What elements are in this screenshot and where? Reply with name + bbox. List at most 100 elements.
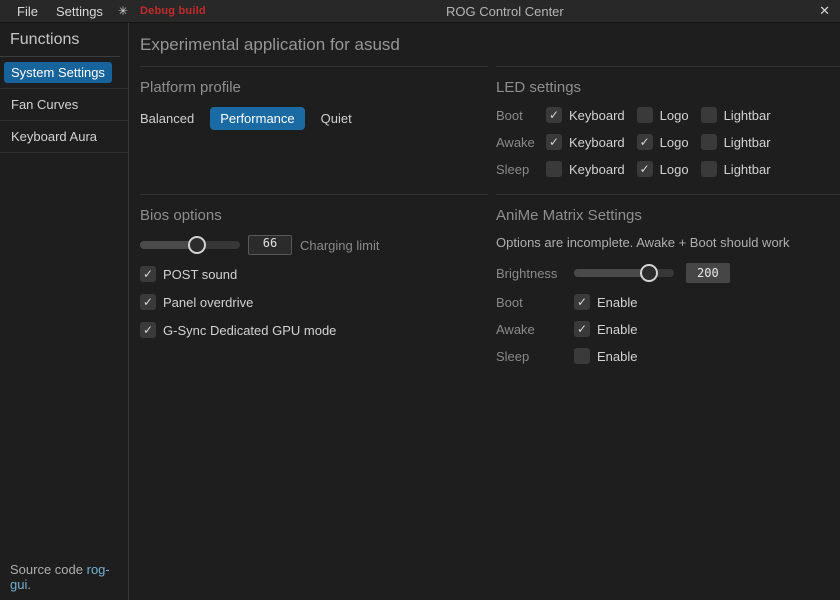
anime-matrix-note: Options are incomplete. Awake + Boot sho…: [496, 235, 840, 250]
settings-grid: Platform profile Balanced Performance Qu…: [140, 66, 840, 375]
checkbox-box: ✓: [574, 294, 590, 310]
sidebar-item-label: Keyboard Aura: [4, 126, 104, 147]
checkbox-box: ✓: [546, 161, 562, 177]
checkbox-box: ✓: [701, 134, 717, 150]
anime-awake-enable-checkbox[interactable]: ✓ Enable: [574, 321, 637, 337]
window-body: Functions System Settings Fan Curves Key…: [0, 23, 840, 600]
checkbox-box: ✓: [140, 294, 156, 310]
brightness-slider[interactable]: [574, 264, 674, 282]
sleep-keyboard-checkbox[interactable]: ✓ Keyboard: [546, 161, 625, 177]
checkbox-label: POST sound: [163, 267, 237, 282]
checkbox-label: Lightbar: [724, 162, 771, 177]
page-title: Experimental application for asusd: [140, 35, 840, 55]
sleep-lightbar-checkbox[interactable]: ✓ Lightbar: [701, 161, 771, 177]
sidebar: Functions System Settings Fan Curves Key…: [0, 23, 129, 600]
checkbox-label: Lightbar: [724, 108, 771, 123]
anime-row-label: Sleep: [496, 349, 574, 364]
brightness-label: Brightness: [496, 266, 574, 281]
slider-fill: [574, 269, 649, 277]
boot-keyboard-checkbox[interactable]: ✓ Keyboard: [546, 107, 625, 123]
slider-handle[interactable]: [640, 264, 658, 282]
awake-lightbar-checkbox[interactable]: ✓ Lightbar: [701, 134, 771, 150]
check-icon: ✓: [140, 322, 156, 338]
panel-overdrive-checkbox[interactable]: ✓ Panel overdrive: [140, 294, 476, 310]
check-icon: ✓: [140, 294, 156, 310]
profile-balanced-button[interactable]: Balanced: [140, 107, 194, 130]
led-row-boot: Boot ✓ Keyboard ✓ Logo ✓ Lightbar: [496, 107, 840, 123]
led-settings-section: LED settings Boot ✓ Keyboard ✓ Logo ✓: [496, 66, 840, 194]
check-icon: ✓: [637, 134, 653, 150]
platform-profile-title: Platform profile: [140, 79, 488, 96]
bios-checkboxes: ✓ POST sound ✓ Panel overdrive ✓ G-Sync …: [140, 266, 488, 338]
checkbox-box: ✓: [140, 266, 156, 282]
charging-limit-slider[interactable]: [140, 236, 240, 254]
charging-limit-row: 66 Charging limit: [140, 235, 488, 255]
checkbox-box: ✓: [140, 322, 156, 338]
anime-matrix-section: AniMe Matrix Settings Options are incomp…: [496, 194, 840, 375]
checkbox-box: ✓: [637, 107, 653, 123]
led-row-sleep: Sleep ✓ Keyboard ✓ Logo ✓ Lightbar: [496, 161, 840, 177]
charging-limit-label: Charging limit: [300, 238, 379, 253]
checkbox-box: ✓: [574, 348, 590, 364]
led-settings-title: LED settings: [496, 79, 840, 96]
sidebar-item-label: Fan Curves: [4, 94, 85, 115]
check-icon: ✓: [140, 266, 156, 282]
sidebar-header: Functions: [10, 31, 128, 49]
snowflake-icon: ✳: [118, 4, 128, 18]
checkbox-label: Panel overdrive: [163, 295, 253, 310]
bios-options-section: Bios options 66 Charging limit ✓: [140, 194, 488, 375]
brightness-value: 200: [686, 263, 730, 283]
menubar: File Settings ✳ Debug build: [0, 2, 206, 21]
rog-control-center-window: File Settings ✳ Debug build ROG Control …: [0, 0, 840, 600]
gsync-gpu-mode-checkbox[interactable]: ✓ G-Sync Dedicated GPU mode: [140, 322, 476, 338]
window-title: ROG Control Center: [206, 4, 804, 19]
anime-sleep-enable-checkbox[interactable]: ✓ Enable: [574, 348, 637, 364]
anime-row-awake: Awake ✓ Enable: [496, 321, 840, 337]
awake-keyboard-checkbox[interactable]: ✓ Keyboard: [546, 134, 625, 150]
platform-profile-switcher: Balanced Performance Quiet: [140, 107, 488, 130]
sidebar-item-system-settings[interactable]: System Settings: [0, 57, 128, 89]
debug-build-badge: Debug build: [140, 5, 206, 17]
checkbox-label: G-Sync Dedicated GPU mode: [163, 323, 336, 338]
checkbox-label: Keyboard: [569, 162, 625, 177]
checkbox-label: Logo: [660, 135, 689, 150]
menu-file[interactable]: File: [8, 2, 47, 21]
platform-profile-section: Platform profile Balanced Performance Qu…: [140, 66, 488, 194]
titlebar: File Settings ✳ Debug build ROG Control …: [0, 0, 840, 23]
profile-quiet-button[interactable]: Quiet: [321, 107, 352, 130]
check-icon: ✓: [574, 321, 590, 337]
post-sound-checkbox[interactable]: ✓ POST sound: [140, 266, 476, 282]
anime-matrix-title: AniMe Matrix Settings: [496, 207, 840, 224]
checkbox-label: Enable: [597, 295, 637, 310]
close-icon[interactable]: ✕: [804, 3, 840, 19]
sleep-logo-checkbox[interactable]: ✓ Logo: [637, 161, 689, 177]
check-icon: ✓: [574, 294, 590, 310]
led-row-label: Boot: [496, 108, 546, 123]
led-row-label: Sleep: [496, 162, 546, 177]
awake-logo-checkbox[interactable]: ✓ Logo: [637, 134, 689, 150]
checkbox-box: ✓: [546, 134, 562, 150]
checkbox-label: Logo: [660, 108, 689, 123]
brightness-row: Brightness 200: [496, 263, 840, 283]
boot-logo-checkbox[interactable]: ✓ Logo: [637, 107, 689, 123]
check-icon: ✓: [546, 134, 562, 150]
sidebar-item-fan-curves[interactable]: Fan Curves: [0, 89, 128, 121]
sidebar-item-keyboard-aura[interactable]: Keyboard Aura: [0, 121, 128, 153]
slider-handle[interactable]: [188, 236, 206, 254]
menu-settings[interactable]: Settings: [47, 2, 112, 21]
profile-performance-button[interactable]: Performance: [210, 107, 304, 130]
charging-limit-value-field[interactable]: 66: [248, 235, 292, 255]
bios-options-title: Bios options: [140, 207, 488, 224]
check-icon: ✓: [637, 161, 653, 177]
anime-row-label: Boot: [496, 295, 574, 310]
anime-boot-enable-checkbox[interactable]: ✓ Enable: [574, 294, 637, 310]
checkbox-label: Lightbar: [724, 135, 771, 150]
source-code-note: Source code rog-gui.: [0, 554, 128, 600]
boot-lightbar-checkbox[interactable]: ✓ Lightbar: [701, 107, 771, 123]
led-row-awake: Awake ✓ Keyboard ✓ Logo ✓ Lightbar: [496, 134, 840, 150]
checkbox-label: Keyboard: [569, 135, 625, 150]
checkbox-box: ✓: [574, 321, 590, 337]
anime-row-label: Awake: [496, 322, 574, 337]
main-content: Experimental application for asusd Platf…: [129, 23, 840, 600]
checkbox-label: Enable: [597, 322, 637, 337]
